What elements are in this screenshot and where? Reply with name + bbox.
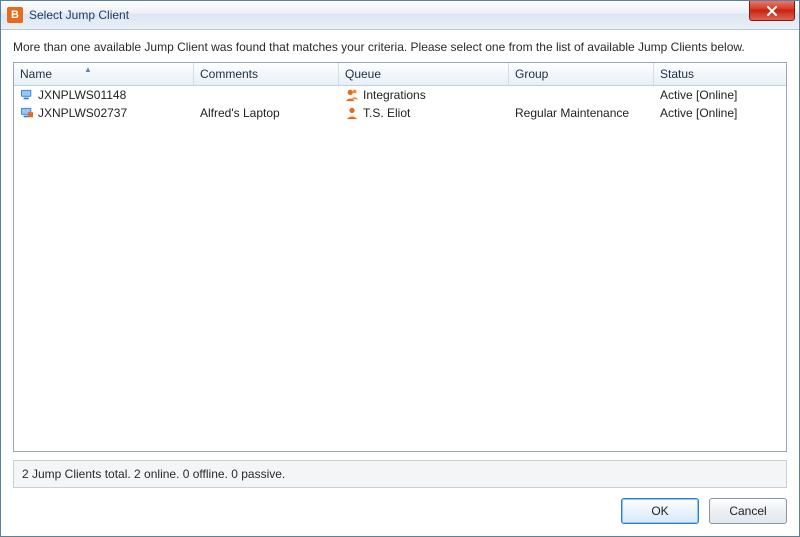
dialog-window: B Select Jump Client More than one avail…	[0, 0, 800, 537]
client-grid: Name ▲ Comments Queue Group Status	[13, 62, 787, 452]
close-icon	[766, 6, 778, 16]
cell-queue: Integrations	[339, 88, 509, 102]
button-row: OK Cancel	[13, 498, 787, 524]
column-header-comments[interactable]: Comments	[194, 63, 339, 85]
dialog-body: More than one available Jump Client was …	[1, 30, 799, 536]
ok-button[interactable]: OK	[621, 498, 699, 524]
window-title: Select Jump Client	[29, 8, 129, 22]
titlebar: B Select Jump Client	[1, 1, 799, 30]
sort-ascending-icon: ▲	[84, 65, 92, 74]
cell-text: Regular Maintenance	[515, 106, 629, 120]
column-label: Group	[515, 67, 548, 81]
cell-status: Active [Online]	[654, 106, 786, 120]
cell-text: JXNPLWS01148	[38, 88, 126, 102]
cell-status: Active [Online]	[654, 88, 786, 102]
column-label: Comments	[200, 67, 258, 81]
client-icon	[20, 107, 34, 119]
cell-text: T.S. Eliot	[363, 106, 410, 120]
table-row[interactable]: JXNPLWS02737 Alfred's Laptop T.S. Eliot …	[14, 104, 786, 122]
column-header-status[interactable]: Status	[654, 63, 786, 85]
status-bar: 2 Jump Clients total. 2 online. 0 offlin…	[13, 460, 787, 488]
queue-people-icon	[345, 88, 359, 102]
cell-comments: Alfred's Laptop	[194, 106, 339, 120]
grid-header: Name ▲ Comments Queue Group Status	[14, 63, 786, 86]
close-button[interactable]	[749, 1, 795, 21]
column-label: Queue	[345, 67, 381, 81]
table-row[interactable]: JXNPLWS01148 Integrations	[14, 86, 786, 104]
cell-name: JXNPLWS02737	[14, 106, 194, 120]
button-label: Cancel	[729, 504, 766, 518]
cell-name: JXNPLWS01148	[14, 88, 194, 102]
cell-text: JXNPLWS02737	[38, 106, 127, 120]
column-label: Status	[660, 67, 694, 81]
cancel-button[interactable]: Cancel	[709, 498, 787, 524]
queue-person-icon	[345, 106, 359, 120]
client-icon	[20, 89, 34, 101]
column-label: Name	[20, 67, 52, 81]
column-header-name[interactable]: Name ▲	[14, 63, 194, 85]
cell-queue: T.S. Eliot	[339, 106, 509, 120]
instruction-text: More than one available Jump Client was …	[13, 40, 787, 54]
cell-group: Regular Maintenance	[509, 106, 654, 120]
button-label: OK	[651, 504, 668, 518]
cell-text: Alfred's Laptop	[200, 106, 280, 120]
cell-text: Active [Online]	[660, 106, 737, 120]
column-header-queue[interactable]: Queue	[339, 63, 509, 85]
column-header-group[interactable]: Group	[509, 63, 654, 85]
cell-text: Active [Online]	[660, 88, 737, 102]
app-icon: B	[7, 7, 23, 23]
status-text: 2 Jump Clients total. 2 online. 0 offlin…	[22, 467, 285, 481]
grid-body: JXNPLWS01148 Integrations	[14, 86, 786, 451]
cell-text: Integrations	[363, 88, 426, 102]
